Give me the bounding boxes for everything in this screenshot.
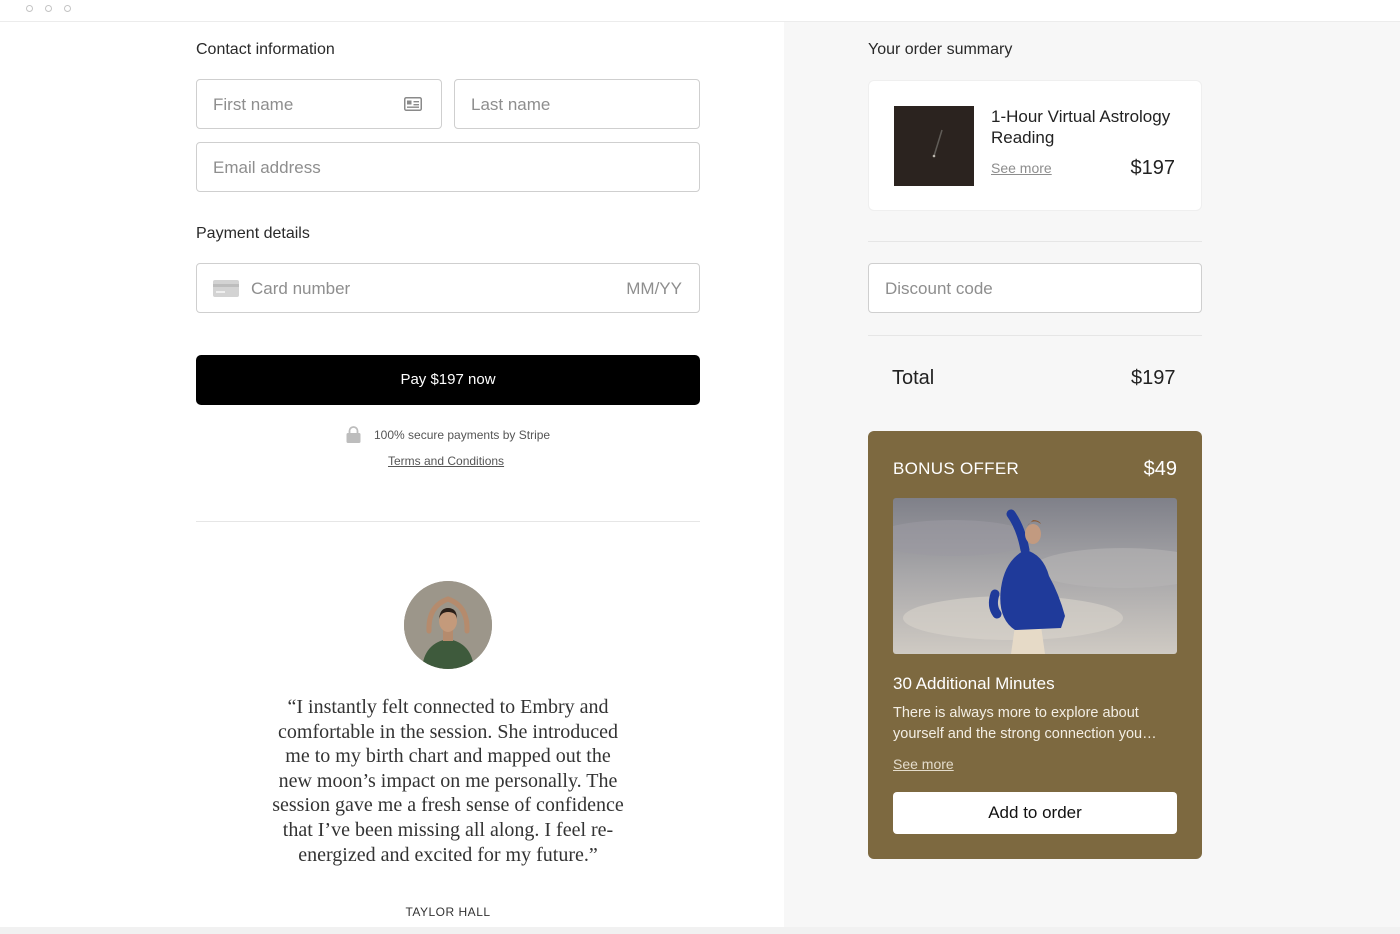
first-name-field[interactable]: First name	[196, 79, 442, 129]
secure-payments-text: 100% secure payments by Stripe	[374, 428, 551, 442]
add-to-order-button[interactable]: Add to order	[893, 792, 1177, 834]
pay-now-button[interactable]: Pay $197 now	[196, 355, 700, 405]
product-price: $197	[1130, 157, 1176, 179]
email-placeholder: Email address	[213, 158, 321, 177]
lock-icon	[346, 426, 361, 443]
contact-card-icon[interactable]	[404, 97, 422, 111]
bottom-strip	[0, 927, 1400, 934]
email-field[interactable]: Email address	[196, 142, 700, 192]
bonus-offer-card: BONUS OFFER $49 30 Additional Minutes Th…	[868, 431, 1202, 859]
window-dot-icon	[64, 5, 71, 12]
product-see-more-link[interactable]: See more	[991, 160, 1052, 176]
secure-payments-notice: 100% secure payments by Stripe	[345, 426, 565, 444]
bonus-offer-price: $49	[1143, 458, 1177, 480]
section-divider	[196, 521, 700, 522]
contact-information-heading: Contact information	[196, 41, 335, 58]
card-number-placeholder: Card number	[251, 279, 351, 298]
bonus-offer-description: There is always more to explore about yo…	[893, 705, 1157, 742]
window-dot-icon	[26, 5, 33, 12]
last-name-placeholder: Last name	[471, 95, 551, 114]
bonus-offer-title: BONUS OFFER	[893, 459, 1020, 478]
testimonial-quote: “I instantly felt connected to Embry and…	[272, 696, 624, 866]
last-name-field[interactable]: Last name	[454, 79, 700, 129]
payment-details-heading: Payment details	[196, 225, 310, 242]
expiry-placeholder[interactable]: MM/YY	[626, 279, 682, 299]
window-titlebar	[0, 0, 1400, 22]
bonus-offer-subtitle: 30 Additional Minutes	[893, 674, 1055, 693]
first-name-placeholder: First name	[213, 95, 294, 114]
testimonial-author: TAYLOR HALL	[405, 905, 491, 919]
total-value: $197	[1131, 367, 1176, 389]
product-thumbnail	[894, 106, 974, 186]
credit-card-icon	[213, 280, 239, 297]
card-number-field[interactable]: Card number MM/YY	[196, 263, 700, 313]
order-item-card: 1-Hour Virtual Astrology Reading See mor…	[868, 80, 1202, 211]
testimonial-avatar	[404, 581, 492, 669]
total-label: Total	[892, 367, 935, 389]
discount-code-placeholder: Discount code	[885, 279, 993, 298]
product-name: 1-Hour Virtual Astrology Reading	[991, 107, 1171, 147]
bonus-offer-image	[893, 498, 1177, 654]
order-summary-heading: Your order summary	[868, 41, 1013, 58]
summary-divider	[868, 335, 1202, 336]
discount-code-input[interactable]: Discount code	[868, 263, 1202, 313]
window-dot-icon	[45, 5, 52, 12]
terms-and-conditions-link[interactable]: Terms and Conditions	[388, 454, 504, 468]
bonus-see-more-link[interactable]: See more	[893, 756, 954, 772]
summary-divider	[868, 241, 1202, 242]
